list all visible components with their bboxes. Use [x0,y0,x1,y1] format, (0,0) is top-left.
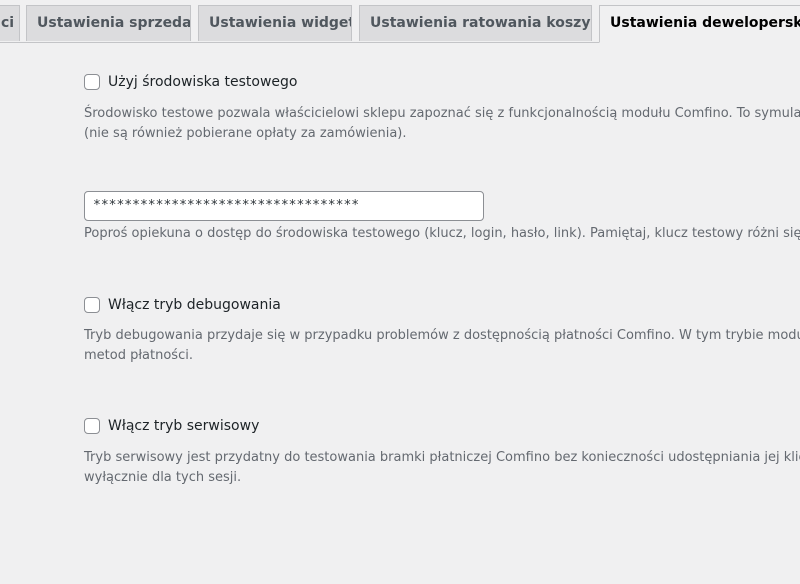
debug-checkbox[interactable] [84,297,100,313]
tab-widget-settings[interactable]: Ustawienia widgetu [198,5,352,41]
debug-description-line2: metod płatności. [84,348,193,363]
test-env-row: Użyj środowiska testowego [84,74,297,90]
tab-partial[interactable]: ci [0,5,20,41]
test-env-description: Środowisko testowe pozwala właścicielowi… [84,104,800,144]
test-env-description-line2: (nie są również pobierane opłaty za zamó… [84,126,407,141]
tab-developer-settings[interactable]: Ustawienia deweloperskie [599,5,800,43]
test-api-key-field[interactable]: ********************************** [84,191,484,221]
test-env-label[interactable]: Użyj środowiska testowego [108,74,297,90]
service-description-line1: Tryb serwisowy jest przydatny do testowa… [84,450,800,465]
service-description-line2: wyłącznie dla tych sesji. [84,470,242,485]
tab-cart-rescue-settings[interactable]: Ustawienia ratowania koszyków [359,5,592,41]
debug-description-line1: Tryb debugowania przydaje się w przypadk… [84,328,800,343]
tab-sales-settings[interactable]: Ustawienia sprzedaży [26,5,191,41]
service-description: Tryb serwisowy jest przydatny do testowa… [84,448,800,488]
api-key-description: Poproś opiekuna o dostęp do środowiska t… [84,226,800,241]
service-checkbox[interactable] [84,418,100,434]
debug-description: Tryb debugowania przydaje się w przypadk… [84,326,800,366]
debug-row: Włącz tryb debugowania [84,297,281,313]
service-label[interactable]: Włącz tryb serwisowy [108,418,259,434]
test-env-description-line1: Środowisko testowe pozwala właścicielowi… [84,106,800,121]
test-env-checkbox[interactable] [84,74,100,90]
debug-label[interactable]: Włącz tryb debugowania [108,297,281,313]
settings-tabs: ci Ustawienia sprzedaży Ustawienia widge… [0,0,800,43]
service-row: Włącz tryb serwisowy [84,418,259,434]
